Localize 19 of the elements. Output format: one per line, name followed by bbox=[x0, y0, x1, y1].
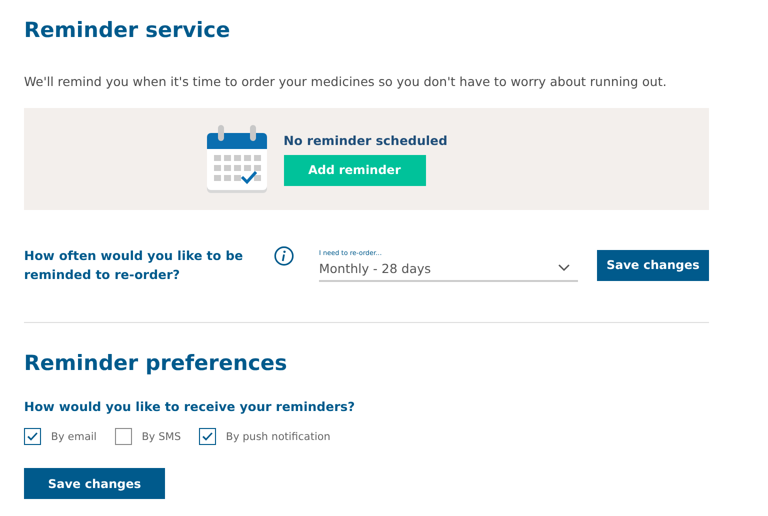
preferences-question: How would you like to receive your reminders? bbox=[24, 399, 356, 414]
frequency-question: How often would you like to be reminded to re-order? bbox=[24, 248, 244, 282]
chevron-icon bbox=[558, 264, 570, 272]
intro-text: We'll remind you when it's time to order your medicines so you don't have to worry about running out. bbox=[24, 73, 668, 91]
calendar-icon bbox=[206, 123, 268, 195]
save-button[interactable]: Save changes bbox=[24, 468, 165, 499]
checkbox[interactable] bbox=[114, 428, 132, 445]
checkbox[interactable] bbox=[24, 428, 41, 445]
checkbox-label: By SMS bbox=[142, 430, 181, 442]
page-title: Reminder service bbox=[24, 17, 232, 44]
checkbox[interactable] bbox=[198, 428, 216, 445]
section-title: Reminder preferences bbox=[24, 350, 288, 377]
checkmark-icon bbox=[27, 432, 38, 441]
checkbox-label: By push notification bbox=[226, 430, 330, 442]
status-text: No reminder scheduled bbox=[284, 132, 448, 148]
save-button[interactable]: Save changes bbox=[597, 250, 709, 280]
checkmark-icon bbox=[202, 432, 213, 441]
info-icon[interactable] bbox=[274, 246, 294, 266]
checkbox-label: By email bbox=[51, 430, 97, 442]
